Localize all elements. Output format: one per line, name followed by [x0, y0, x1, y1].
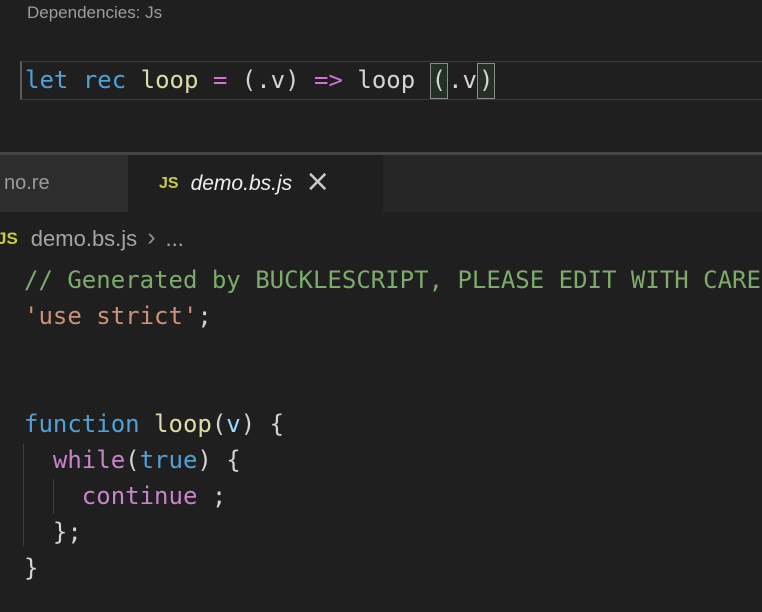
dependencies-label: Dependencies: Js — [27, 3, 162, 23]
code-line — [24, 334, 762, 370]
code-token: rec — [83, 66, 126, 94]
indent-guide — [23, 444, 24, 546]
code-token — [227, 66, 241, 94]
code-editor[interactable]: // Generated by BUCKLESCRIPT, PLEASE EDI… — [24, 262, 762, 612]
vscode-window: Dependencies: Js let rec loop = (.v) => … — [0, 0, 762, 612]
code-token — [198, 66, 212, 94]
code-token: loop — [357, 66, 415, 94]
code-line: while(true) { — [24, 442, 762, 478]
code-token: = — [213, 66, 227, 94]
breadcrumb-symbol-ellipsis[interactable]: ... — [166, 226, 184, 252]
code-token: ) { — [197, 446, 240, 474]
code-token: function — [24, 410, 140, 438]
code-token: ( — [212, 410, 226, 438]
code-token: ( — [125, 446, 139, 474]
tab-no-re[interactable]: no.re — [0, 155, 128, 212]
js-file-icon: JS — [0, 229, 18, 249]
code-line: function loop(v) { — [24, 406, 762, 442]
code-token: while — [53, 446, 125, 474]
close-icon[interactable]: × — [305, 167, 330, 197]
code-line: continue ; — [24, 478, 762, 514]
code-token: loop — [154, 410, 212, 438]
code-token — [300, 66, 314, 94]
js-file-icon: JS — [159, 175, 179, 193]
code-token: } — [24, 554, 38, 582]
code-token: let — [25, 66, 68, 94]
code-token: loop — [141, 66, 199, 94]
bracket-match-highlight: ) — [477, 63, 495, 99]
code-token — [24, 446, 53, 474]
code-token: (.v) — [242, 66, 300, 94]
indent-guide — [53, 479, 54, 514]
tab-label: no.re — [4, 172, 50, 195]
code-token — [415, 66, 429, 94]
code-token — [126, 66, 140, 94]
tab-label: demo.bs.js — [191, 172, 293, 196]
code-line: 'use strict'; — [24, 298, 762, 334]
breadcrumb-file[interactable]: demo.bs.js — [31, 226, 137, 252]
code-token: .v — [448, 66, 477, 94]
chevron-right-icon: › — [147, 223, 155, 252]
tab-demo-bs-js[interactable]: JS demo.bs.js × — [128, 155, 383, 212]
code-token: true — [140, 446, 198, 474]
top-code-line[interactable]: let rec loop = (.v) => loop (.v) — [20, 61, 762, 100]
code-token — [140, 410, 154, 438]
code-token: v — [226, 410, 240, 438]
code-line: } — [24, 550, 762, 586]
code-token: }; — [24, 518, 82, 546]
code-token: ; — [197, 482, 226, 510]
code-token: 'use strict' — [24, 302, 197, 330]
code-line — [24, 370, 762, 406]
code-token: ; — [197, 302, 211, 330]
bracket-match-highlight: ( — [430, 63, 448, 99]
code-token — [343, 66, 357, 94]
code-line: // Generated by BUCKLESCRIPT, PLEASE EDI… — [24, 262, 762, 298]
breadcrumb: JS demo.bs.js › ... — [0, 212, 762, 266]
code-token: => — [314, 66, 343, 94]
code-token — [68, 66, 82, 94]
tab-bar: no.re JS demo.bs.js × — [0, 155, 762, 212]
code-token: ) { — [241, 410, 284, 438]
code-token: continue — [82, 482, 198, 510]
code-token: // Generated by BUCKLESCRIPT, PLEASE EDI… — [24, 266, 761, 294]
code-line: }; — [24, 514, 762, 550]
